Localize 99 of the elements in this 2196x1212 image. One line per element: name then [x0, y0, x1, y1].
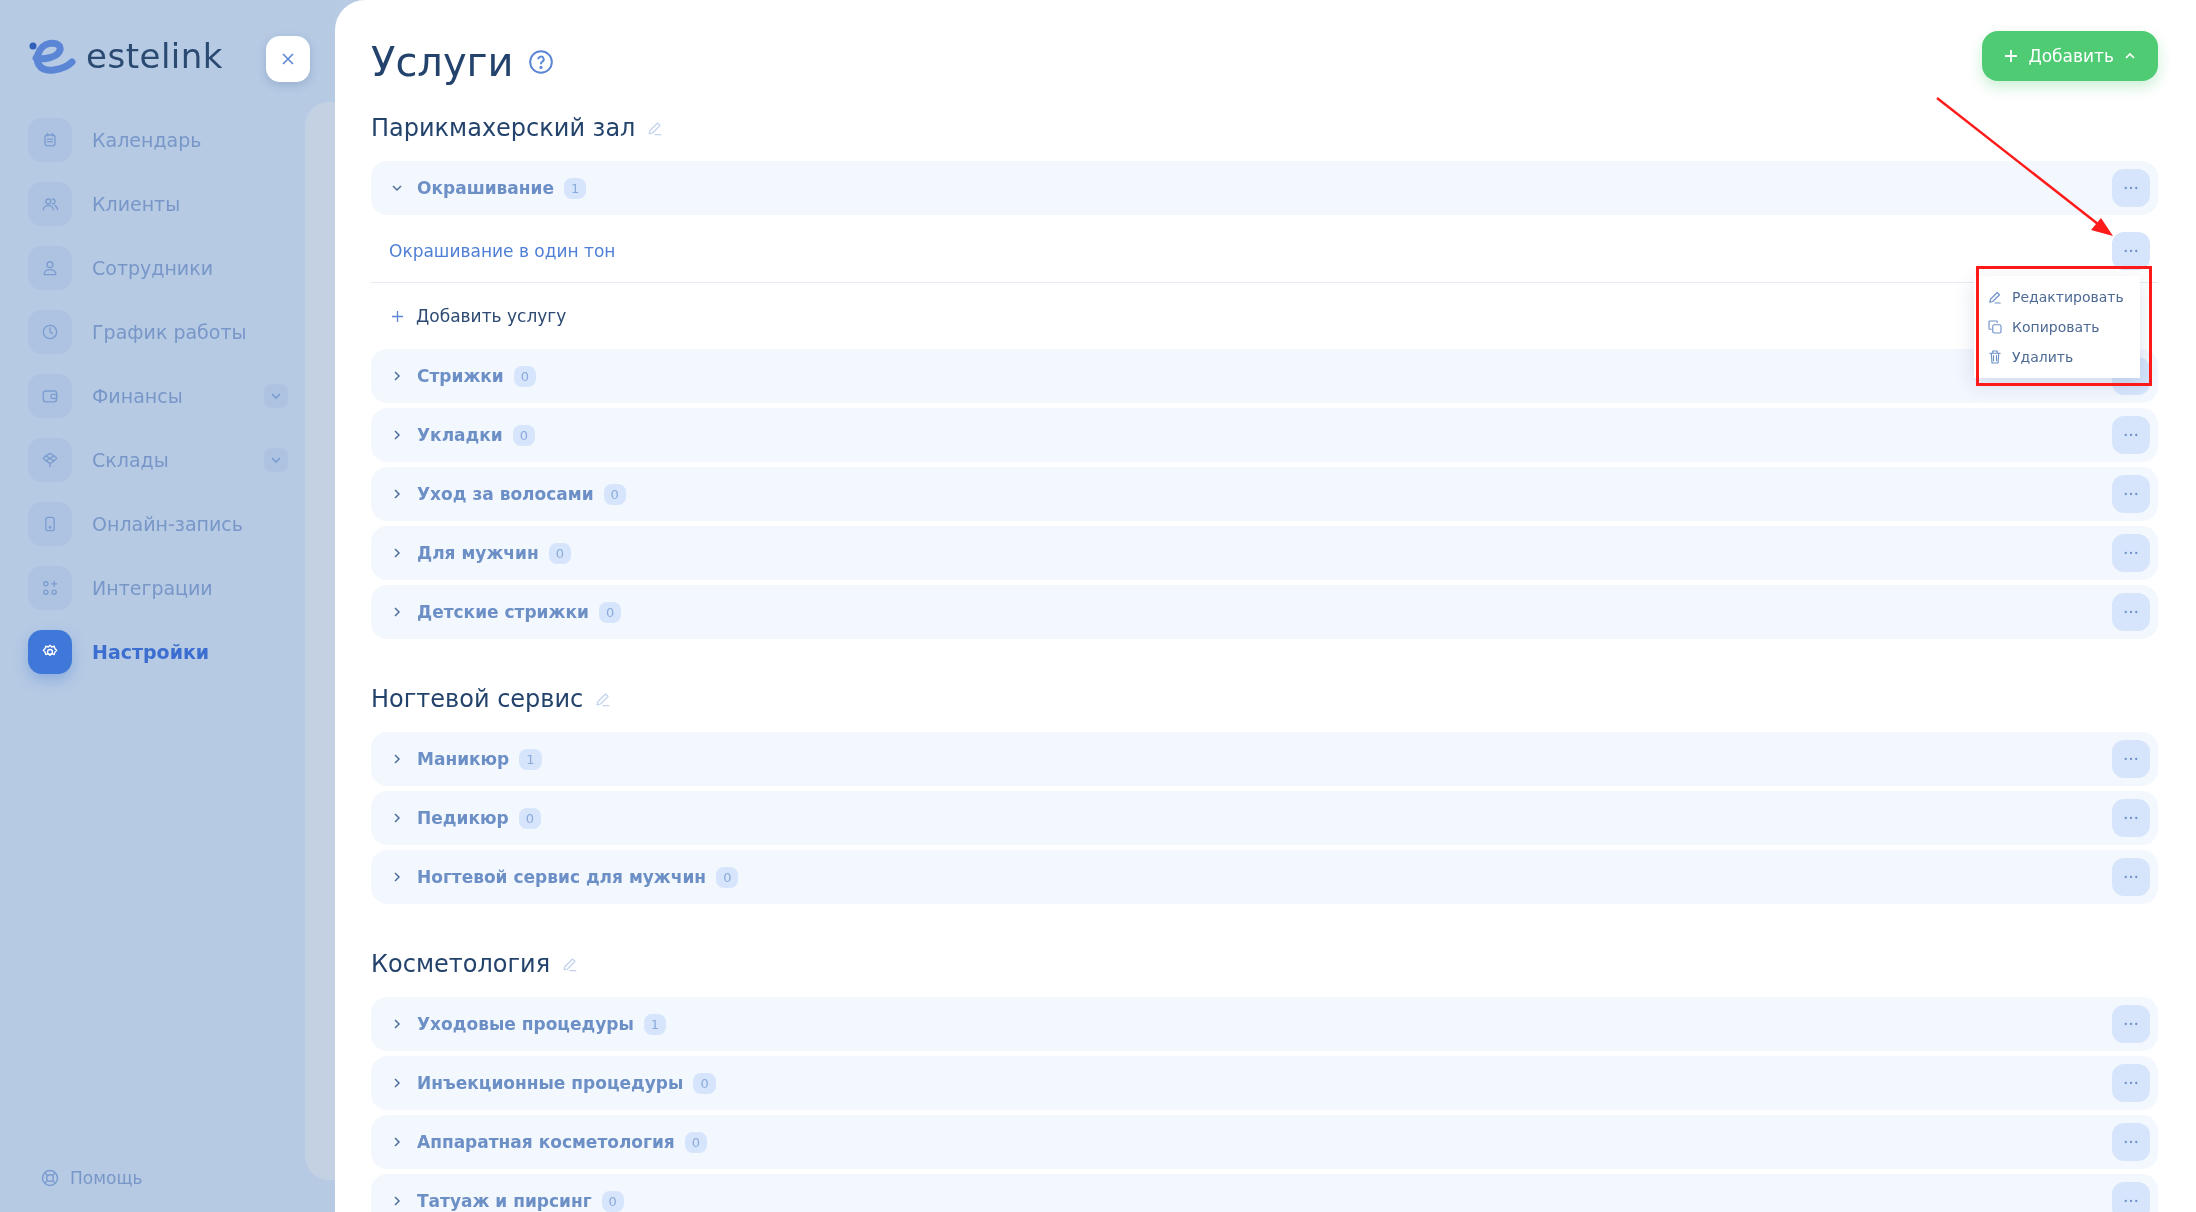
more-icon: [2124, 186, 2138, 190]
count-badge: 1: [519, 748, 542, 770]
category-row[interactable]: Аппаратная косметология 0: [371, 1115, 2158, 1169]
chevron-right-icon: [391, 488, 403, 500]
count-badge: 0: [598, 601, 622, 623]
count-badge: 0: [512, 424, 536, 446]
more-icon: [2124, 610, 2138, 614]
lifebuoy-icon: [40, 1168, 60, 1188]
close-button[interactable]: [266, 36, 310, 82]
category-name: Стрижки: [417, 366, 504, 386]
plus-icon: [2004, 49, 2019, 63]
category-name: Маникюр: [417, 749, 510, 769]
category-row[interactable]: Уходовые процедуры 1: [371, 997, 2158, 1051]
chevron-right-icon: [391, 606, 403, 618]
service-link[interactable]: Окрашивание в один тон: [389, 241, 616, 261]
count-badge: 1: [564, 177, 587, 199]
chevron-right-icon: [391, 1077, 403, 1089]
category-name: Инъекционные процедуры: [417, 1073, 684, 1093]
count-badge: 0: [548, 542, 571, 564]
chevron-right-icon: [391, 1018, 403, 1030]
category-name: Окрашивание: [417, 178, 554, 198]
add-button[interactable]: Добавить: [1982, 31, 2158, 81]
chevron-right-icon: [391, 753, 403, 765]
category-row[interactable]: Окрашивание 1: [371, 161, 2158, 215]
schedule-icon: [40, 322, 60, 342]
more-icon: [2124, 1022, 2138, 1026]
integrations-icon: [40, 578, 60, 598]
chevron-right-icon: [391, 547, 403, 559]
sidebar-item[interactable]: Финансы: [28, 374, 288, 418]
more-icon: [2124, 551, 2138, 555]
help-icon[interactable]: [527, 49, 554, 75]
category-name: Педикюр: [417, 808, 509, 828]
more-icon: [2124, 1140, 2138, 1144]
delete-icon: [1986, 348, 2004, 366]
category-name: Детские стрижки: [417, 602, 589, 622]
sidebar-item[interactable]: Календарь: [28, 118, 288, 162]
chevron-right-icon: [391, 429, 403, 441]
sidebar-item[interactable]: Онлайн-запись: [28, 502, 288, 546]
count-badge: 0: [601, 1190, 624, 1212]
count-badge: 1: [643, 1013, 667, 1035]
more-icon: [2124, 1199, 2138, 1203]
category-name: Ногтевой сервис для мужчин: [417, 867, 707, 887]
logo-text: estelink: [86, 36, 223, 76]
category-name: Аппаратная косметология: [417, 1132, 675, 1152]
count-badge: 0: [513, 365, 537, 387]
chevron-right-icon: [391, 370, 403, 382]
page-title: Услуги: [371, 38, 514, 87]
sidebar-item[interactable]: Интеграции: [28, 566, 288, 610]
add-service-button[interactable]: Добавить услугу: [371, 288, 567, 344]
plus-icon: [391, 309, 404, 323]
chevron-right-icon: [391, 1136, 403, 1148]
category-row[interactable]: Ногтевой сервис для мужчин 0: [371, 850, 2158, 904]
close-icon: [280, 51, 296, 67]
category-row[interactable]: Маникюр 1: [371, 732, 2158, 786]
help-link[interactable]: Помощь: [0, 1168, 335, 1212]
menu-item[interactable]: Редактировать: [1986, 282, 2136, 312]
expand-button[interactable]: [264, 448, 288, 472]
count-badge: 0: [518, 807, 541, 829]
more-icon: [2124, 816, 2138, 820]
stock-icon: [40, 450, 60, 470]
sidebar-item[interactable]: Настройки: [28, 630, 288, 674]
section-title: Ногтевой сервис: [371, 685, 584, 713]
category-row[interactable]: Детские стрижки 0: [371, 585, 2158, 639]
more-icon: [2124, 492, 2138, 496]
chevron-down-icon: [270, 390, 282, 402]
chevron-down-icon: [391, 182, 403, 194]
section-title: Парикмахерский зал: [371, 114, 636, 142]
category-name: Татуаж и пирсинг: [417, 1191, 592, 1211]
sidebar-item[interactable]: График работы: [28, 310, 288, 354]
expand-button[interactable]: [264, 384, 288, 408]
more-icon: [2124, 875, 2138, 879]
menu-item[interactable]: Копировать: [1986, 312, 2136, 342]
section-title: Косметология: [371, 950, 551, 978]
category-name: Укладки: [417, 425, 503, 445]
sidebar-item[interactable]: Сотрудники: [28, 246, 288, 290]
chevron-right-icon: [391, 812, 403, 824]
count-badge: 0: [684, 1131, 708, 1153]
sidebar-item[interactable]: Склады: [28, 438, 288, 482]
count-badge: 0: [693, 1072, 716, 1094]
category-row[interactable]: Уход за волосами 0: [371, 467, 2158, 521]
category-row[interactable]: Для мужчин 0: [371, 526, 2158, 580]
copy-icon: [1986, 318, 2004, 336]
category-row[interactable]: Укладки 0: [371, 408, 2158, 462]
category-name: Уход за волосами: [417, 484, 594, 504]
more-icon: [2124, 249, 2138, 253]
sidebar-item[interactable]: Клиенты: [28, 182, 288, 226]
chevron-right-icon: [391, 1195, 403, 1207]
category-name: Для мужчин: [417, 543, 539, 563]
more-icon: [2124, 757, 2138, 761]
category-name: Уходовые процедуры: [417, 1014, 634, 1034]
count-badge: 0: [716, 866, 739, 888]
category-row[interactable]: Инъекционные процедуры 0: [371, 1056, 2158, 1110]
count-badge: 0: [603, 483, 626, 505]
more-icon: [2124, 433, 2138, 437]
chevron-right-icon: [391, 871, 403, 883]
more-icon: [2124, 1081, 2138, 1085]
category-row[interactable]: Педикюр 0: [371, 791, 2158, 845]
chevron-down-icon: [270, 454, 282, 466]
category-row[interactable]: Татуаж и пирсинг 0: [371, 1174, 2158, 1212]
